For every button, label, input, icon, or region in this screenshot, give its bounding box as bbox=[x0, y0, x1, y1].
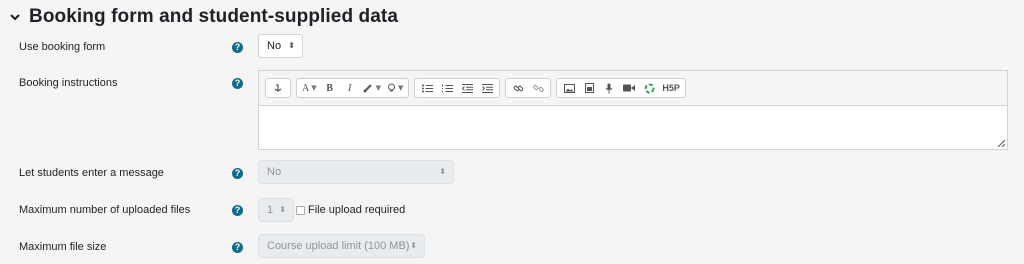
max-file-size-select[interactable]: Course upload limit (100 MB) ⬍ bbox=[258, 234, 425, 258]
unlink-icon[interactable] bbox=[528, 79, 548, 97]
record-audio-icon[interactable] bbox=[599, 79, 619, 97]
help-icon[interactable]: ? bbox=[232, 42, 243, 53]
file-upload-required-label: File upload required bbox=[308, 204, 406, 216]
chevron-down-icon[interactable] bbox=[8, 10, 22, 24]
use-booking-form-label: Use booking form bbox=[19, 41, 106, 53]
indent-icon[interactable] bbox=[477, 79, 497, 97]
section-header[interactable]: Booking form and student-supplied data bbox=[8, 6, 398, 28]
image-icon[interactable] bbox=[559, 79, 579, 97]
font-color-icon[interactable]: ▼ bbox=[360, 79, 384, 97]
toolbar-group-links bbox=[505, 78, 552, 98]
bold-icon[interactable]: B bbox=[320, 79, 340, 97]
h5p-icon[interactable]: H5P bbox=[659, 79, 683, 97]
use-booking-form-select[interactable]: No ⬍ bbox=[258, 34, 303, 58]
select-arrows-icon: ⬍ bbox=[439, 167, 446, 176]
media-icon[interactable] bbox=[579, 79, 599, 97]
max-file-size-value: Course upload limit (100 MB) bbox=[267, 240, 410, 252]
unordered-list-icon[interactable] bbox=[417, 79, 437, 97]
record-video-icon[interactable] bbox=[619, 79, 639, 97]
background-color-icon[interactable]: ▼ bbox=[384, 79, 406, 97]
max-files-select[interactable]: 1 ⬍ bbox=[258, 198, 294, 222]
toolbar-group-lists bbox=[414, 78, 501, 98]
select-arrows-icon: ⬍ bbox=[279, 205, 286, 214]
editor-toolbar: A ▼ B I ▼ ▼ H5P bbox=[259, 71, 1007, 106]
italic-icon[interactable]: I bbox=[340, 79, 360, 97]
collapse-icon[interactable] bbox=[268, 79, 288, 97]
resize-handle-icon[interactable] bbox=[997, 139, 1005, 147]
select-arrows-icon: ⬍ bbox=[288, 41, 295, 50]
outdent-icon[interactable] bbox=[457, 79, 477, 97]
file-upload-required-checkbox[interactable] bbox=[296, 206, 305, 215]
booking-instructions-label: Booking instructions bbox=[19, 77, 118, 89]
font-style-icon[interactable]: A ▼ bbox=[299, 79, 320, 97]
toolbar-group-media: H5P bbox=[556, 78, 686, 98]
use-booking-form-value: No bbox=[267, 40, 282, 52]
max-files-label: Maximum number of uploaded files bbox=[19, 204, 191, 216]
student-message-select[interactable]: No ⬍ bbox=[258, 160, 454, 184]
toolbar-group-style: A ▼ B I ▼ ▼ bbox=[296, 78, 410, 98]
help-icon[interactable]: ? bbox=[232, 168, 243, 179]
help-icon[interactable]: ? bbox=[232, 205, 243, 216]
section-title: Booking form and student-supplied data bbox=[29, 6, 399, 27]
help-icon[interactable]: ? bbox=[232, 242, 243, 253]
toolbar-group-collapse bbox=[265, 78, 291, 98]
max-files-value: 1 bbox=[267, 204, 274, 216]
select-arrows-icon: ⬍ bbox=[410, 241, 417, 250]
manage-files-icon[interactable] bbox=[639, 79, 659, 97]
ordered-list-icon[interactable] bbox=[437, 79, 457, 97]
help-icon[interactable]: ? bbox=[232, 78, 243, 89]
student-message-label: Let students enter a message bbox=[19, 167, 164, 179]
link-icon[interactable] bbox=[508, 79, 528, 97]
max-file-size-label: Maximum file size bbox=[19, 241, 107, 253]
booking-instructions-editor[interactable]: A ▼ B I ▼ ▼ H5P bbox=[258, 70, 1008, 150]
student-message-value: No bbox=[267, 166, 282, 178]
